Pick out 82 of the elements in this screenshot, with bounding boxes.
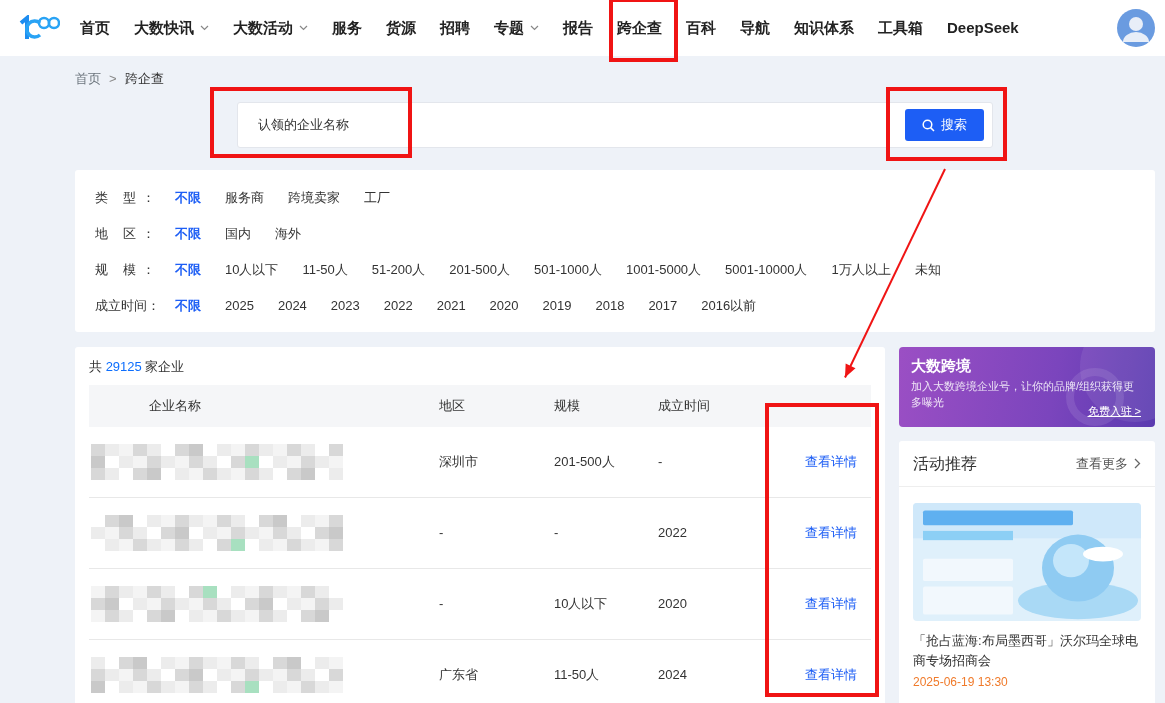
breadcrumb-separator: > (109, 71, 117, 86)
nav-link[interactable]: 导航 (728, 0, 782, 56)
promo-brand: 大数跨境 (911, 356, 972, 376)
search-button[interactable]: 搜索 (905, 109, 984, 141)
filter-option[interactable]: 不限 (175, 260, 201, 280)
avatar[interactable] (1117, 9, 1155, 47)
filter-option[interactable]: 2016以前 (701, 296, 757, 316)
filter-option[interactable]: 2019 (542, 296, 572, 316)
nav-link[interactable]: 大数活动 (221, 0, 320, 56)
nav-link[interactable]: 服务 (320, 0, 374, 56)
nav-link[interactable]: 大数快讯 (122, 0, 221, 56)
nav-link[interactable]: 货源 (374, 0, 428, 56)
result-count: 共 29125 家企业 (89, 358, 186, 376)
chevron-right-icon (1134, 458, 1141, 469)
join-link[interactable]: 免费入驻 > (1087, 402, 1141, 419)
table-cell-text: 深圳市 (439, 452, 479, 471)
nav-link[interactable]: 百科 (674, 0, 728, 56)
table-cell-text: - (554, 523, 560, 542)
filter-option[interactable]: 服务商 (225, 188, 264, 208)
filter-option[interactable]: 不限 (175, 188, 201, 208)
filter-option[interactable]: 2020 (489, 296, 519, 316)
nav-link[interactable]: 跨企查 (605, 0, 674, 56)
event-date: 2025-06-19 13:30 (913, 675, 1009, 689)
filter-option[interactable]: 不限 (175, 224, 201, 244)
column-header: 地区 (439, 396, 466, 415)
filter-option[interactable]: 11-50人 (302, 260, 348, 280)
filter-option[interactable]: 工厂 (364, 188, 390, 208)
search-field[interactable]: 认领的企业名称 搜索 (237, 102, 993, 148)
filter-label: 成立时间： (95, 297, 155, 316)
table-cell-text: - (439, 523, 445, 542)
filter-option[interactable]: 跨境卖家 (288, 188, 340, 208)
filter-option[interactable]: 5001-10000人 (725, 260, 808, 280)
nav-link[interactable]: 招聘 (428, 0, 482, 56)
breadcrumb-item[interactable]: 首页 (75, 71, 101, 86)
view-details-link[interactable]: 查看详情 (805, 453, 857, 469)
view-more-link[interactable]: 查看更多 (1076, 453, 1141, 474)
table-cell-text: 201-500人 (554, 452, 616, 471)
nav-link[interactable]: 首页 (68, 0, 122, 56)
nav-link[interactable]: 报告 (551, 0, 605, 56)
nav-link[interactable]: 工具箱 (866, 0, 935, 56)
filter-option[interactable]: 501-1000人 (533, 260, 602, 280)
filter-label: 类 型： (95, 189, 155, 208)
view-details-link[interactable]: 查看详情 (805, 666, 857, 682)
table-cell-text: 11-50人 (554, 665, 601, 684)
nav-link[interactable]: 专题 (482, 0, 551, 56)
view-details-link[interactable]: 查看详情 (805, 524, 857, 540)
filter-option[interactable]: 2022 (383, 296, 413, 316)
event-title[interactable]: 「抢占蓝海:布局墨西哥」沃尔玛全球电商专场招商会 (913, 631, 1141, 671)
nav-link[interactable]: DeepSeek (935, 0, 1031, 56)
table-cell-text: 广东省 (439, 665, 479, 684)
table-cell-text: 10人以下 (554, 594, 609, 613)
section-title: 活动推荐 (913, 453, 977, 474)
filter-option[interactable]: 51-200人 (371, 260, 426, 280)
filter-option[interactable]: 未知 (914, 260, 941, 280)
filter-option[interactable]: 不限 (175, 296, 201, 316)
table-cell-text: - (439, 594, 445, 613)
breadcrumb-item: 跨企查 (124, 71, 164, 86)
table-cell-text: 2020 (658, 594, 688, 613)
table-cell-text: - (658, 452, 664, 471)
filter-option[interactable]: 海外 (275, 224, 301, 244)
column-header: 企业名称 (148, 396, 202, 415)
filter-label: 规 模： (95, 261, 155, 280)
search-icon (922, 118, 935, 132)
table-cell-text: 2022 (658, 523, 688, 542)
column-header: 成立时间 (658, 396, 711, 415)
view-details-link[interactable]: 查看详情 (805, 595, 857, 611)
filter-option[interactable]: 2018 (595, 296, 625, 316)
filter-option[interactable]: 1001-5000人 (625, 260, 702, 280)
filter-label: 地 区： (95, 225, 155, 244)
logo-icon[interactable] (18, 15, 60, 41)
filter-option[interactable]: 2023 (330, 296, 360, 316)
filter-option[interactable]: 10人以下 (225, 260, 279, 280)
table-cell-text: 2024 (658, 665, 688, 684)
filter-option[interactable]: 国内 (225, 224, 251, 244)
filter-option[interactable]: 1万人以上 (831, 260, 891, 280)
column-header: 规模 (554, 396, 581, 415)
filter-option[interactable]: 201-500人 (449, 260, 510, 280)
nav-link[interactable]: 知识体系 (782, 0, 866, 56)
filter-option[interactable]: 2025 (225, 296, 254, 316)
filter-option[interactable]: 2017 (648, 296, 678, 316)
filter-option[interactable]: 2024 (277, 296, 307, 316)
filter-option[interactable]: 2021 (436, 296, 466, 316)
